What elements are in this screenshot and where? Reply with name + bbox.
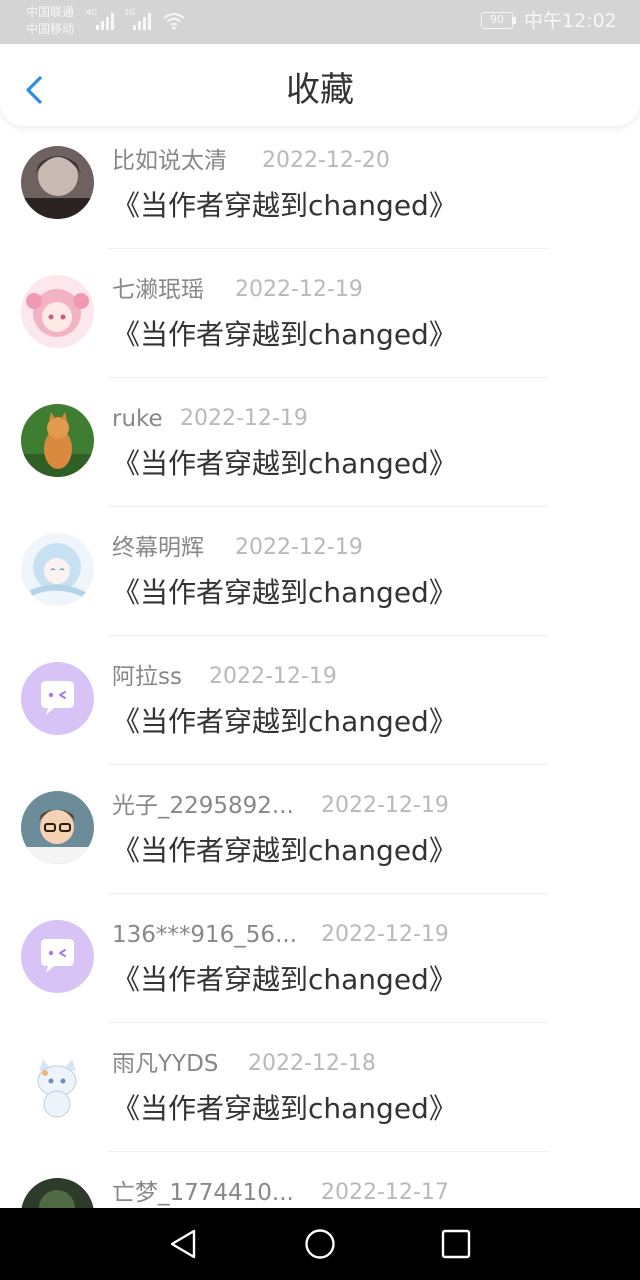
navigation-bar <box>0 1208 640 1280</box>
avatar[interactable] <box>21 146 94 219</box>
default-avatar-icon <box>21 662 94 735</box>
signal-icon-2 <box>133 12 155 30</box>
list-item[interactable]: 阿拉ss 2022-12-19 《当作者穿越到changed》 <box>0 642 640 771</box>
nav-back-button[interactable] <box>164 1226 204 1262</box>
avatar[interactable] <box>21 275 94 348</box>
book-title[interactable]: 《当作者穿越到changed》 <box>112 187 457 225</box>
avatar[interactable] <box>21 791 94 864</box>
divider <box>108 1151 548 1152</box>
list-item[interactable]: ruke 2022-12-19 《当作者穿越到changed》 <box>0 384 640 513</box>
avatar-image <box>21 275 94 348</box>
avatar[interactable] <box>21 662 94 735</box>
avatar[interactable] <box>21 920 94 993</box>
avatar[interactable] <box>21 404 94 477</box>
date: 2022-12-20 <box>262 148 390 173</box>
nav-recent-button[interactable] <box>436 1226 476 1262</box>
book-title[interactable]: 《当作者穿越到changed》 <box>112 316 457 354</box>
carrier-info: 中国联通 中国移动 <box>26 4 74 38</box>
divider <box>108 635 548 636</box>
date: 2022-12-19 <box>180 406 308 431</box>
avatar[interactable] <box>21 533 94 606</box>
avatar[interactable] <box>21 1049 94 1122</box>
date: 2022-12-19 <box>235 535 363 560</box>
date: 2022-12-19 <box>235 277 363 302</box>
clock: 中午12:02 <box>524 10 617 32</box>
book-title[interactable]: 《当作者穿越到changed》 <box>112 1090 457 1128</box>
item-meta: ruke 2022-12-19 <box>112 402 308 436</box>
divider <box>108 764 548 765</box>
username[interactable]: 终幕明辉 <box>112 535 204 561</box>
date: 2022-12-17 <box>321 1180 449 1205</box>
item-meta: 136***916_56... 2022-12-19 <box>112 918 449 952</box>
avatar[interactable] <box>21 1178 94 1208</box>
status-bar: 中国联通 中国移动 4G 2G 90 中午12:02 <box>0 0 640 44</box>
divider <box>108 377 548 378</box>
avatar-image <box>21 1178 94 1208</box>
avatar-image <box>21 404 94 477</box>
list-item[interactable]: 比如说太清 2022-12-20 《当作者穿越到changed》 <box>0 126 640 255</box>
book-title[interactable]: 《当作者穿越到changed》 <box>112 574 457 612</box>
username[interactable]: 136***916_56... <box>112 922 297 948</box>
battery-cap <box>513 17 516 24</box>
username[interactable]: 光子_2295892... <box>112 793 294 819</box>
username[interactable]: 阿拉ss <box>112 664 182 690</box>
item-meta: 雨凡YYDS 2022-12-18 <box>112 1047 376 1081</box>
list-item[interactable]: 雨凡YYDS 2022-12-18 《当作者穿越到changed》 <box>0 1029 640 1158</box>
triangle-back-icon <box>170 1229 196 1259</box>
book-title[interactable]: 《当作者穿越到changed》 <box>112 703 457 741</box>
divider <box>108 248 548 249</box>
carrier-1: 中国联通 <box>26 5 75 19</box>
username[interactable]: 比如说太清 <box>112 148 227 174</box>
date: 2022-12-18 <box>248 1051 376 1076</box>
divider <box>108 1022 548 1023</box>
carrier-2: 中国移动 <box>26 22 75 36</box>
divider <box>108 506 548 507</box>
page-title: 收藏 <box>286 70 354 110</box>
circle-home-icon <box>305 1229 335 1259</box>
date: 2022-12-19 <box>321 922 449 947</box>
battery-icon: 90 <box>481 12 513 29</box>
square-recent-icon <box>441 1229 471 1259</box>
book-title[interactable]: 《当作者穿越到changed》 <box>112 961 457 999</box>
item-meta: 光子_2295892... 2022-12-19 <box>112 789 449 823</box>
item-meta: 比如说太清 2022-12-20 <box>112 144 390 178</box>
avatar-image <box>21 146 94 219</box>
item-meta: 终幕明辉 2022-12-19 <box>112 531 363 565</box>
avatar-image <box>21 791 94 864</box>
list-item[interactable]: 亡梦_1774410... 2022-12-17 <box>0 1158 640 1208</box>
item-meta: 七濑珉瑶 2022-12-19 <box>112 273 363 307</box>
wifi-icon <box>163 13 185 30</box>
item-meta: 亡梦_1774410... 2022-12-17 <box>112 1176 449 1208</box>
avatar-image <box>21 533 94 606</box>
nav-home-button[interactable] <box>300 1226 340 1262</box>
collection-list: 比如说太清 2022-12-20 《当作者穿越到changed》 七濑珉瑶 20… <box>0 126 640 1208</box>
default-avatar-icon <box>21 920 94 993</box>
date: 2022-12-19 <box>209 664 337 689</box>
battery-level: 90 <box>490 13 504 26</box>
signal-icon <box>96 12 118 30</box>
item-meta: 阿拉ss 2022-12-19 <box>112 660 337 694</box>
username[interactable]: ruke <box>112 406 163 432</box>
list-item[interactable]: 136***916_56... 2022-12-19 《当作者穿越到change… <box>0 900 640 1029</box>
avatar-image <box>21 1049 94 1122</box>
date: 2022-12-19 <box>321 793 449 818</box>
book-title[interactable]: 《当作者穿越到changed》 <box>112 832 457 870</box>
list-item[interactable]: 七濑珉瑶 2022-12-19 《当作者穿越到changed》 <box>0 255 640 384</box>
book-title[interactable]: 《当作者穿越到changed》 <box>112 445 457 483</box>
divider <box>108 893 548 894</box>
list-item[interactable]: 终幕明辉 2022-12-19 《当作者穿越到changed》 <box>0 513 640 642</box>
username[interactable]: 七濑珉瑶 <box>112 277 204 303</box>
header-bar: 收藏 <box>0 44 640 126</box>
list-item[interactable]: 光子_2295892... 2022-12-19 《当作者穿越到changed》 <box>0 771 640 900</box>
username[interactable]: 雨凡YYDS <box>112 1051 218 1077</box>
username[interactable]: 亡梦_1774410... <box>112 1180 294 1206</box>
